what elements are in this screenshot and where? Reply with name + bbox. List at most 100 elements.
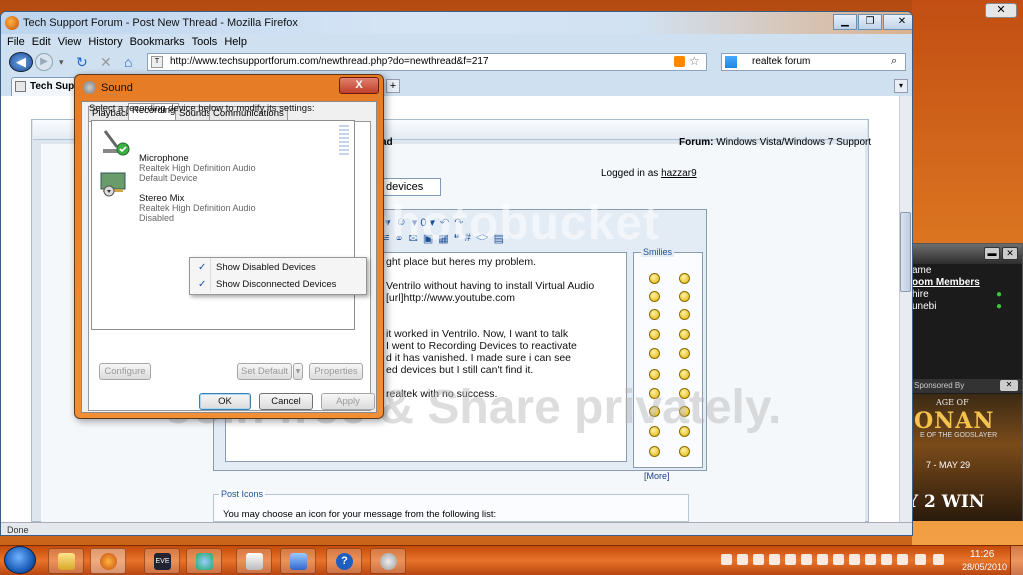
set-default-dropdown-icon[interactable]: ▾ <box>293 363 303 380</box>
maximize-icon[interactable]: ❐ <box>858 14 882 30</box>
menu-item-show-disconnected[interactable]: ✓ Show Disconnected Devices <box>192 277 364 292</box>
taskbar-eve[interactable]: EVE <box>144 548 180 574</box>
smiley-icon[interactable] <box>679 291 690 302</box>
clock-time[interactable]: 11:26 <box>970 549 994 560</box>
taskbar-firefox[interactable] <box>90 548 126 574</box>
tray-icon[interactable] <box>849 554 860 565</box>
smiley-icon[interactable] <box>649 309 660 320</box>
network-tray-icon[interactable] <box>933 554 944 565</box>
cancel-button[interactable]: Cancel <box>259 393 313 410</box>
smilies-panel <box>633 252 703 468</box>
tab-list-icon[interactable]: ▾ <box>894 79 908 93</box>
back-button[interactable]: ◀ <box>9 52 33 72</box>
menu-bookmarks[interactable]: Bookmarks <box>130 34 185 51</box>
smiley-icon[interactable] <box>649 446 660 457</box>
navigation-toolbar: ◀ ▶ ▾ ↻ ✕ ⌂ http://www.techsupportforum.… <box>1 51 912 73</box>
tray-icon[interactable] <box>737 554 748 565</box>
tray-icon[interactable] <box>881 554 892 565</box>
folder-icon <box>58 553 75 570</box>
menu-history[interactable]: History <box>88 34 122 51</box>
device-status: Disabled <box>139 213 175 223</box>
apply-button[interactable]: Apply <box>321 393 375 410</box>
smiley-icon[interactable] <box>649 291 660 302</box>
taskbar-sound[interactable] <box>370 548 406 574</box>
smiley-icon[interactable] <box>649 273 660 284</box>
tab-favicon-icon <box>15 81 26 92</box>
window-controls: ▁ ❐ ✕ <box>833 14 912 30</box>
reload-icon[interactable]: ↻ <box>76 54 88 71</box>
smiley-icon[interactable] <box>679 446 690 457</box>
advertisement[interactable]: AGE OF ONAN E OF THE GODSLAYER 7 - MAY 2… <box>906 394 1022 521</box>
signal-icon[interactable] <box>897 554 908 565</box>
menu-item-show-disabled[interactable]: ✓ Show Disabled Devices <box>192 260 364 275</box>
tray-icon[interactable] <box>817 554 828 565</box>
taskbar-control[interactable] <box>280 548 316 574</box>
smiley-icon[interactable] <box>649 369 660 380</box>
online-dot-icon: ● <box>995 289 1002 300</box>
taskbar-folder[interactable] <box>48 548 84 574</box>
clock-date[interactable]: 28/05/2010 <box>962 562 1007 572</box>
menu-item-label: Show Disconnected Devices <box>216 279 337 290</box>
tray-icon[interactable] <box>785 554 796 565</box>
configure-button[interactable]: Configure <box>99 363 151 380</box>
gadget-close-icon[interactable]: ✕ <box>1002 247 1018 260</box>
window-title: Tech Support Forum - Post New Thread - M… <box>23 17 298 29</box>
rss-icon[interactable] <box>674 56 685 67</box>
taskbar-people[interactable] <box>186 548 222 574</box>
ok-button[interactable]: OK <box>199 393 251 410</box>
history-dropdown-icon[interactable]: ▾ <box>59 57 64 68</box>
minimize-icon[interactable]: ▁ <box>833 14 857 30</box>
tray-icon[interactable] <box>833 554 844 565</box>
scrollbar-thumb[interactable] <box>900 212 911 292</box>
desktop-close-icon[interactable]: ✕ <box>985 3 1017 18</box>
forward-button[interactable]: ▶ <box>35 53 53 71</box>
menu-help[interactable]: Help <box>224 34 247 51</box>
url-input[interactable]: http://www.techsupportforum.com/newthrea… <box>147 53 707 71</box>
gadget-row[interactable]: oom Members <box>906 276 1022 288</box>
menu-tools[interactable]: Tools <box>192 34 218 51</box>
username-link[interactable]: hazzar9 <box>661 168 697 179</box>
forum-value[interactable]: Windows Vista/Windows 7 Support <box>716 137 871 148</box>
thread-title-input[interactable]: devices <box>381 178 441 196</box>
volume-icon[interactable] <box>915 554 926 565</box>
smiley-icon[interactable] <box>679 348 690 359</box>
dialog-close-button[interactable]: X <box>339 77 379 94</box>
tray-icon[interactable] <box>865 554 876 565</box>
close-icon[interactable]: ✕ <box>883 14 912 30</box>
more-smilies-link[interactable]: [More] <box>644 471 670 481</box>
taskbar-help[interactable]: ? <box>326 548 362 574</box>
set-default-button[interactable]: Set Default <box>237 363 292 380</box>
tray-icon[interactable] <box>753 554 764 565</box>
search-input[interactable]: realtek forum <box>721 53 906 71</box>
taskbar-network[interactable] <box>236 548 272 574</box>
show-desktop-button[interactable] <box>1010 546 1023 575</box>
smiley-icon[interactable] <box>679 309 690 320</box>
smiley-icon[interactable] <box>679 329 690 340</box>
bookmark-star-icon[interactable]: ☆ <box>689 54 700 68</box>
smiley-icon[interactable] <box>649 348 660 359</box>
smiley-icon[interactable] <box>679 273 690 284</box>
search-engine-icon[interactable] <box>725 56 737 68</box>
gadget-minimize-icon[interactable]: ▬ <box>984 247 1000 260</box>
ad-close-icon[interactable]: ✕ <box>1000 380 1018 391</box>
home-icon[interactable]: ⌂ <box>124 54 132 70</box>
tray-icon[interactable] <box>801 554 812 565</box>
menu-view[interactable]: View <box>58 34 82 51</box>
device-list-scrollbar[interactable] <box>339 125 349 157</box>
properties-button[interactable]: Properties <box>309 363 363 380</box>
tray-icon[interactable] <box>769 554 780 565</box>
tray-icon[interactable] <box>721 554 732 565</box>
message-line: I went to Recording Devices to reactivat… <box>386 340 577 352</box>
post-icons-title: Post Icons <box>219 489 266 499</box>
search-icon[interactable]: ⌕ <box>891 55 897 68</box>
speaker-icon <box>83 81 96 94</box>
smiley-icon[interactable] <box>649 329 660 340</box>
page-scrollbar[interactable] <box>899 96 912 522</box>
menu-edit[interactable]: Edit <box>32 34 51 51</box>
start-button[interactable] <box>4 546 36 574</box>
stop-icon[interactable]: ✕ <box>100 54 112 71</box>
menu-file[interactable]: File <box>7 34 25 51</box>
new-tab-button[interactable]: + <box>386 79 400 93</box>
smiley-icon[interactable] <box>679 369 690 380</box>
ad-date: Y 2 WIN <box>906 492 985 512</box>
